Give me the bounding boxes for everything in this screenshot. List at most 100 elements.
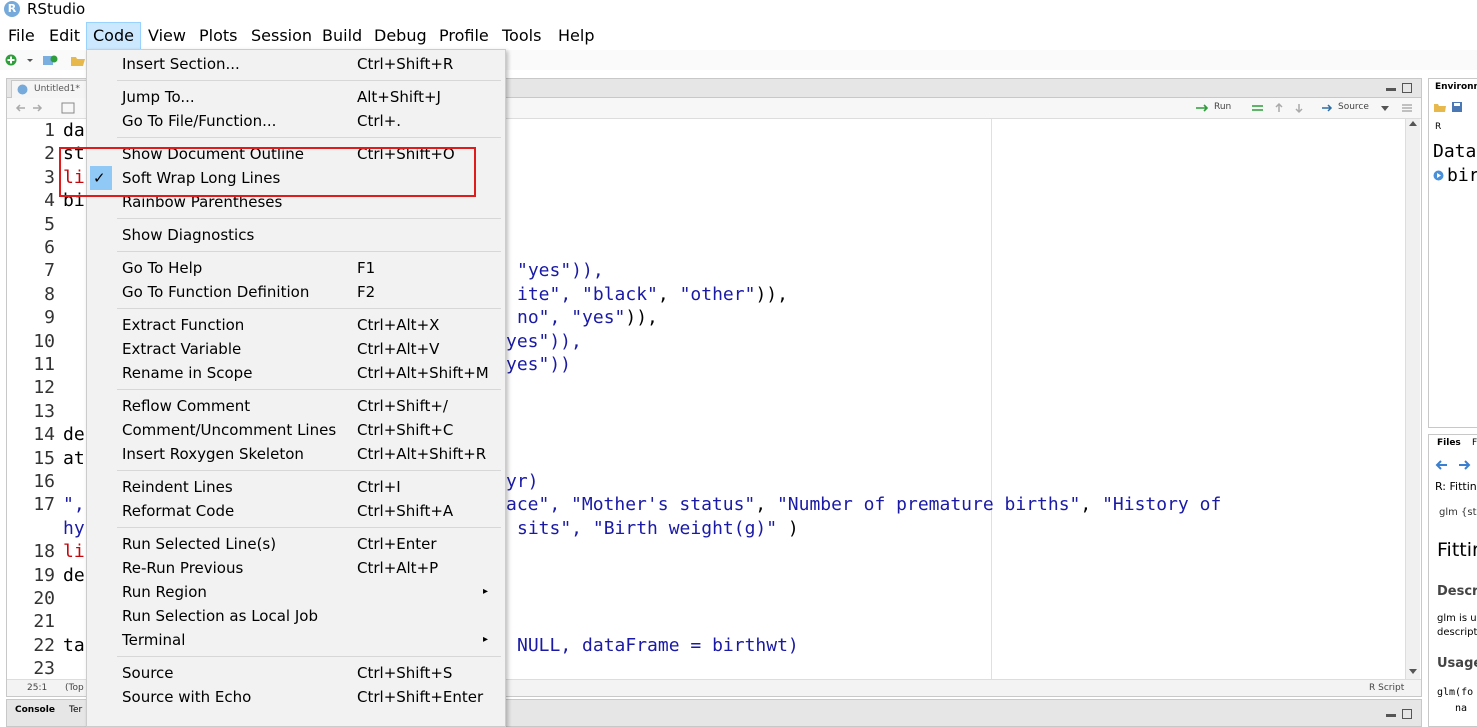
scroll-up-icon[interactable] [1409, 121, 1417, 127]
menu-item-run-selection-as-local-job[interactable]: Run Selection as Local Job [87, 604, 505, 628]
file-type-selector[interactable]: R Script [1369, 680, 1404, 696]
menu-item-terminal[interactable]: Terminal ▸ [87, 628, 505, 652]
source-dropdown-icon[interactable] [1381, 106, 1389, 112]
open-env-icon[interactable] [1433, 101, 1447, 113]
environment-pane: Environm R Data bir [1428, 78, 1477, 428]
open-file-icon[interactable] [70, 53, 86, 67]
minimize-console-icon[interactable] [1385, 708, 1397, 720]
line-number: 7 [44, 260, 55, 282]
back-arrow-icon[interactable] [15, 102, 27, 114]
help-back-icon[interactable] [1435, 459, 1449, 471]
menu-item-insert-section[interactable]: Insert Section... Ctrl+Shift+R [87, 52, 505, 76]
menu-item-insert-roxygen-skeleton[interactable]: Insert Roxygen Skeleton Ctrl+Alt+Shift+R [87, 442, 505, 466]
r-file-icon [17, 84, 28, 95]
menu-profile[interactable]: Profile [439, 22, 489, 48]
go-up-icon[interactable] [1273, 102, 1285, 114]
editor-scrollbar[interactable] [1405, 119, 1420, 679]
menu-item-reindent-lines[interactable]: Reindent Lines Ctrl+I [87, 475, 505, 499]
menu-view[interactable]: View [148, 22, 186, 48]
line-number: 11 [33, 354, 55, 375]
menu-item-jump-to[interactable]: Jump To... Alt+Shift+J [87, 85, 505, 109]
code-line-9: no", "yes")), [517, 306, 658, 329]
line-number: 16 [33, 471, 55, 492]
menu-item-go-to-file-function[interactable]: Go To File/Function... Ctrl+. [87, 109, 505, 133]
help-usage-code: na [1455, 703, 1468, 714]
code-line-17: ace", "Mother's status", "Number of prem… [506, 493, 1221, 516]
code-text: at [63, 447, 85, 469]
new-file-icon[interactable] [4, 53, 18, 67]
line-number: 18 [33, 541, 55, 563]
menu-debug[interactable]: Debug [374, 22, 427, 48]
menu-item-extract-function[interactable]: Extract Function Ctrl+Alt+X [87, 313, 505, 337]
rerun-icon[interactable] [1251, 103, 1267, 113]
menu-item-rerun-previous[interactable]: Re-Run Previous Ctrl+Alt+P [87, 556, 505, 580]
menu-item-source[interactable]: Source Ctrl+Shift+S [87, 661, 505, 685]
line-number: 19 [33, 564, 55, 586]
menu-separator [117, 218, 501, 219]
env-object-item[interactable]: bir [1447, 165, 1477, 186]
language-selector[interactable]: R [1435, 122, 1441, 132]
code-text: da [63, 120, 85, 141]
menu-file[interactable]: File [8, 22, 35, 48]
tab-terminal[interactable]: Ter [69, 705, 82, 715]
menu-item-reflow-comment[interactable]: Reflow Comment Ctrl+Shift+/ [87, 394, 505, 418]
menu-item-run-region[interactable]: Run Region ▸ [87, 580, 505, 604]
menu-build[interactable]: Build [322, 22, 362, 48]
menu-item-rename-in-scope[interactable]: Rename in Scope Ctrl+Alt+Shift+M [87, 361, 505, 385]
tab-console[interactable]: Console [15, 705, 55, 715]
new-project-icon[interactable] [42, 53, 58, 67]
code-text: , [1080, 494, 1103, 516]
menu-item-reformat-code[interactable]: Reformat Code Ctrl+Shift+A [87, 499, 505, 523]
menu-item-go-to-function-definition[interactable]: Go To Function Definition F2 [87, 280, 505, 304]
menu-separator [117, 251, 501, 252]
minimize-pane-icon[interactable] [1385, 82, 1397, 94]
help-section-usage: Usage [1437, 656, 1477, 671]
forward-arrow-icon[interactable] [31, 102, 43, 114]
menu-item-source-with-echo[interactable]: Source with Echo Ctrl+Shift+Enter [87, 685, 505, 709]
source-button[interactable]: Source [1338, 102, 1369, 112]
menu-session[interactable]: Session [251, 22, 312, 48]
menu-item-run-selected-lines[interactable]: Run Selected Line(s) Ctrl+Enter [87, 532, 505, 556]
tab-untitled1[interactable]: Untitled1* [11, 80, 87, 98]
source-icon [1322, 104, 1333, 112]
menu-edit[interactable]: Edit [49, 22, 80, 48]
tab-environment[interactable]: Environm [1435, 82, 1477, 92]
menu-plots[interactable]: Plots [199, 22, 238, 48]
show-in-window-icon[interactable] [61, 102, 75, 114]
help-forward-icon[interactable] [1457, 459, 1471, 471]
maximize-pane-icon[interactable] [1401, 82, 1413, 94]
go-down-icon[interactable] [1293, 102, 1305, 114]
menu-item-show-diagnostics[interactable]: Show Diagnostics [87, 223, 505, 247]
save-env-icon[interactable] [1451, 101, 1463, 113]
code-text: ace", [506, 494, 572, 516]
code-text: no", [517, 307, 572, 329]
menu-separator [117, 80, 501, 81]
code-text: hy [63, 517, 85, 539]
code-line-8: ite", "black", "other")), [517, 283, 788, 306]
code-text: "Mother's status" [571, 494, 756, 516]
title-bar: R RStudio [0, 0, 1477, 20]
menu-item-comment-uncomment-lines[interactable]: Comment/Uncomment Lines Ctrl+Shift+C [87, 418, 505, 442]
tab-files[interactable]: Files [1437, 438, 1461, 448]
menu-code[interactable]: Code [86, 22, 141, 50]
help-desc-text: glm is u [1437, 613, 1477, 624]
maximize-console-icon[interactable] [1401, 708, 1413, 720]
menu-item-extract-variable[interactable]: Extract Variable Ctrl+Alt+V [87, 337, 505, 361]
menu-separator [117, 470, 501, 471]
scroll-down-icon[interactable] [1409, 669, 1417, 675]
line-number: 17 [33, 494, 55, 516]
line-number: 15 [33, 447, 55, 469]
help-heading: Fittir [1437, 539, 1477, 561]
tab-plots[interactable]: F [1472, 438, 1477, 448]
menu-help[interactable]: Help [558, 22, 594, 48]
menu-item-go-to-help[interactable]: Go To Help F1 [87, 256, 505, 280]
data-section-label: Data [1433, 141, 1477, 162]
help-pane: Files F R: Fittin glm {sta Fittir Descri… [1428, 434, 1477, 727]
run-button[interactable]: Run [1214, 102, 1231, 112]
dropdown-arrow-icon[interactable] [26, 56, 34, 64]
line-number: 22 [33, 634, 55, 656]
menu-tools[interactable]: Tools [502, 22, 541, 48]
expand-icon[interactable] [1433, 170, 1444, 181]
outline-icon[interactable] [1401, 102, 1413, 114]
scope-indicator[interactable]: (Top [65, 680, 84, 696]
